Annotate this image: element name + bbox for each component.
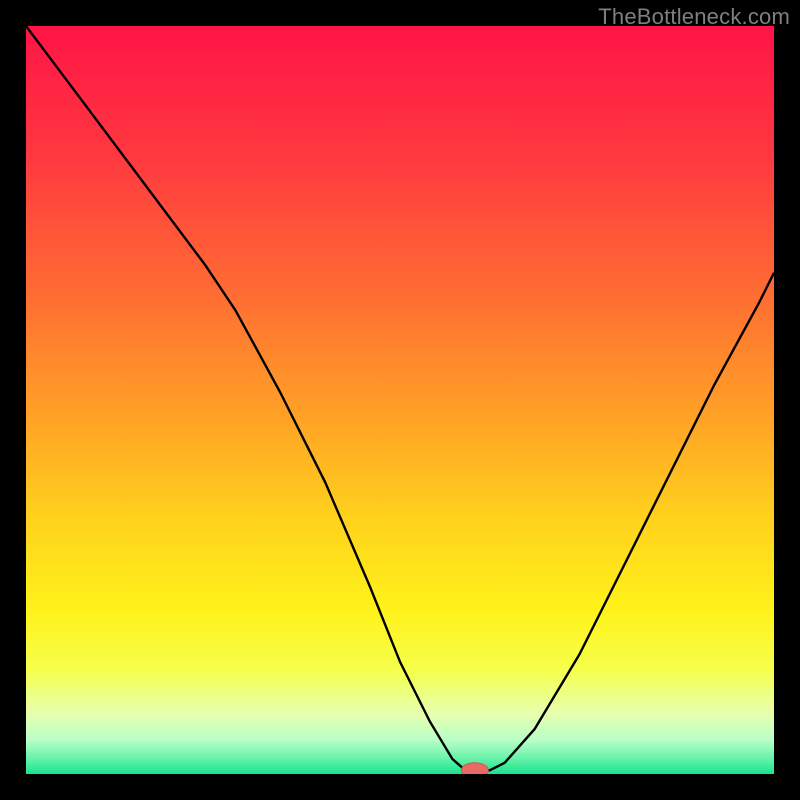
- chart-frame: TheBottleneck.com: [0, 0, 800, 800]
- plot-area: [26, 26, 774, 774]
- optimal-point-marker: [461, 763, 488, 774]
- bottleneck-chart: [26, 26, 774, 774]
